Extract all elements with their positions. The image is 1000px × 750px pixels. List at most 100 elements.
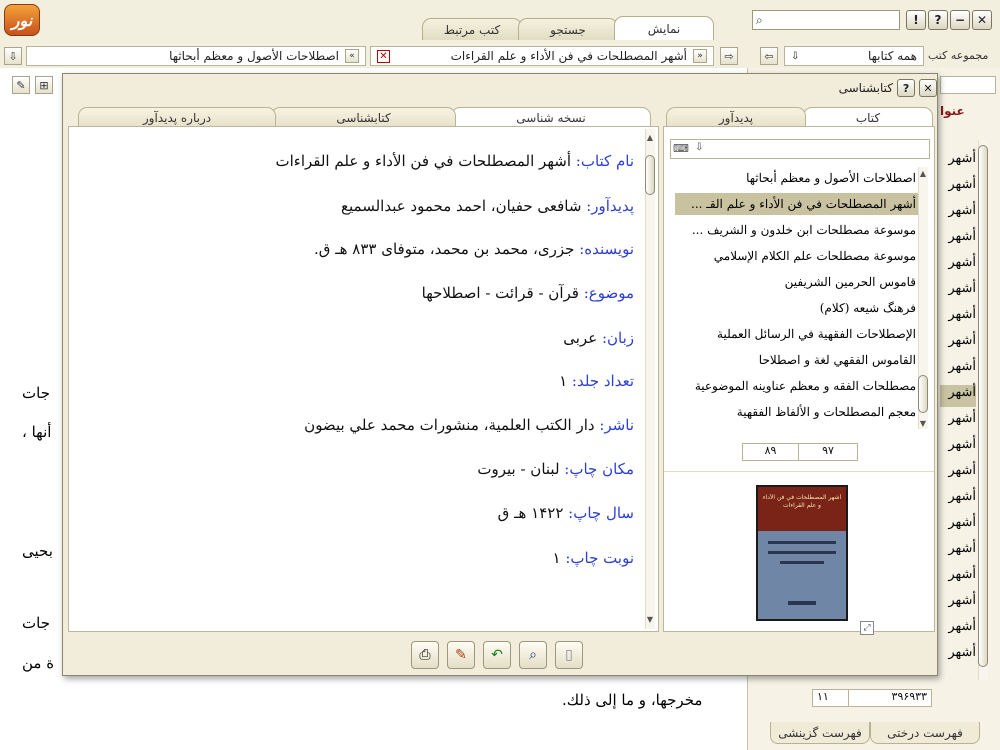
book-filter-input[interactable]: ⌨ ⇩ bbox=[670, 139, 930, 159]
collection-select[interactable]: همه کتابها ⇩ bbox=[784, 46, 924, 66]
tab-copy-info[interactable]: نسخه شناسی bbox=[451, 107, 651, 127]
field-row: مکان چاپ: لبنان - بيروت bbox=[477, 460, 634, 478]
alert-button[interactable]: ! bbox=[906, 10, 926, 30]
dialog-close-button[interactable]: ✕ bbox=[919, 79, 937, 97]
scroll-down-icon[interactable]: ▼ bbox=[645, 615, 655, 624]
tab-book[interactable]: کتاب bbox=[803, 107, 933, 127]
book-list-item[interactable]: موسوعة مصطلحات علم الكلام الإسلامي bbox=[675, 245, 920, 267]
dialog-title-bar: ✕ ? کتابشناسی bbox=[821, 78, 937, 98]
text-fragment: جات bbox=[22, 384, 50, 402]
book-list-item[interactable]: معجم المصطلحات و الألفاظ الفقهية bbox=[675, 401, 920, 423]
book-list-item[interactable]: مصطلحات الفقه و معظم عناوينه الموضوعية bbox=[675, 375, 920, 397]
open-book-tab-2[interactable]: اصطلاحات الأصول و معظم أبحاثها « bbox=[26, 46, 366, 66]
dropdown-arrow-icon[interactable]: ⇩ bbox=[695, 142, 703, 153]
back-nav-icon[interactable]: ⇩ bbox=[4, 47, 22, 65]
tab-about-author[interactable]: درباره پدیدآور bbox=[78, 107, 276, 127]
tab-related-books[interactable]: کتب مرتبط bbox=[422, 18, 522, 40]
tab-label: کتاب bbox=[855, 110, 881, 125]
search-button[interactable]: ⌕ bbox=[519, 641, 547, 669]
back-arrow-icon[interactable]: ⇦ bbox=[760, 47, 778, 65]
book-list-pane: ⌨ ⇩ اصطلاحات الأصول و معظم أبحاثها أشهر ا… bbox=[663, 126, 935, 635]
print-button[interactable]: ⎙ bbox=[411, 641, 439, 669]
book-list-scroll-thumb[interactable] bbox=[918, 375, 928, 413]
book-list-item[interactable]: قاموس الحرمين الشريفين bbox=[675, 271, 920, 293]
close-app-button[interactable]: ✕ bbox=[972, 10, 992, 30]
index-list-item[interactable]: أشهر bbox=[940, 411, 976, 433]
minimize-button[interactable]: − bbox=[950, 10, 970, 30]
index-list-item[interactable]: أشهر bbox=[940, 281, 976, 303]
index-list-item[interactable]: أشهر bbox=[940, 463, 976, 485]
tab-scroll-icon[interactable]: » bbox=[693, 49, 707, 63]
scroll-up-icon[interactable]: ▲ bbox=[918, 169, 928, 178]
cover-line bbox=[780, 561, 824, 564]
index-list-item[interactable]: أشهر bbox=[940, 229, 976, 251]
layout-icon[interactable]: ⊞ bbox=[35, 76, 53, 94]
tab-label: فهرست گزینشی bbox=[778, 725, 862, 740]
bibliographic-details: نام کتاب: أشهر المصطلحات في فن الأداء و … bbox=[68, 126, 659, 632]
tab-scroll-icon[interactable]: « bbox=[345, 49, 359, 63]
global-search-input[interactable]: ⌕ bbox=[752, 10, 900, 30]
tab-select-index[interactable]: فهرست گزینشی bbox=[770, 722, 870, 744]
field-row: نویسنده: جزرى، محمد بن محمد، متوفاى ۸۳۳ … bbox=[314, 240, 634, 258]
details-scroll-thumb[interactable] bbox=[645, 155, 655, 195]
field-value: ۱ bbox=[559, 372, 568, 390]
field-label: ناشر: bbox=[599, 416, 634, 434]
chevron-down-icon: ⇩ bbox=[791, 50, 800, 62]
tab-label: نمایش bbox=[647, 21, 681, 36]
tab-label: پدیدآور bbox=[718, 110, 754, 125]
index-list-item[interactable]: أشهر bbox=[940, 619, 976, 641]
index-list-item[interactable]: أشهر bbox=[940, 177, 976, 199]
index-list-item[interactable]: أشهر bbox=[940, 645, 976, 667]
tab-author[interactable]: پدیدآور bbox=[666, 107, 806, 127]
book-list-item[interactable]: فرهنگ شيعه (كلام) bbox=[675, 297, 920, 319]
cover-line bbox=[768, 541, 836, 544]
book-list-item[interactable]: أشهر المصطلحات في فن الأداء و علم القـ .… bbox=[675, 193, 920, 215]
printer-icon: ⎙ bbox=[419, 647, 431, 663]
index-list-item[interactable]: أشهر bbox=[940, 437, 976, 459]
index-list-item[interactable]: أشهر bbox=[940, 333, 976, 355]
index-scroll-thumb[interactable] bbox=[978, 145, 988, 667]
close-tab-icon[interactable]: ✕ bbox=[377, 49, 390, 63]
index-list-item[interactable]: أشهر bbox=[940, 489, 976, 511]
tab-bibliography[interactable]: کتابشناسی bbox=[271, 107, 456, 127]
dialog-help-button[interactable]: ? bbox=[897, 79, 915, 97]
page-button[interactable]: ▯ bbox=[555, 641, 583, 669]
book-cover-image[interactable]: أشهر المصطلحات في فن الأداء و علم القراء… bbox=[756, 485, 848, 621]
index-list-item[interactable]: أشهر bbox=[940, 203, 976, 225]
field-row: سال چاپ: ۱۴۲۲ هـ ق bbox=[498, 504, 634, 522]
index-list-item[interactable]: أشهر bbox=[940, 515, 976, 537]
index-list-item[interactable]: أشهر bbox=[940, 255, 976, 277]
index-list-item[interactable]: أشهر bbox=[940, 359, 976, 381]
field-row: زبان: عربى bbox=[563, 329, 634, 347]
tab-display[interactable]: نمایش bbox=[614, 16, 714, 40]
index-list-item[interactable]: أشهر bbox=[940, 567, 976, 589]
book-arrow-icon: ↶ bbox=[491, 647, 503, 663]
book-list-item[interactable]: الإصطلاحات الفقهية في الرسائل العملية bbox=[675, 323, 920, 345]
wrench-icon[interactable]: ✎ bbox=[12, 76, 30, 94]
index-list-item[interactable]: أشهر bbox=[940, 151, 976, 173]
help-button[interactable]: ? bbox=[928, 10, 948, 30]
book-pager: ۸۹ ۹۷ bbox=[742, 443, 858, 461]
book-list-item[interactable]: موسوعة مصطلحات ابن خلدون و الشريف ... bbox=[675, 219, 920, 241]
open-book-button[interactable]: ↶ bbox=[483, 641, 511, 669]
scroll-down-icon[interactable]: ▼ bbox=[918, 419, 928, 428]
book-list-item[interactable]: القاموس الفقهي لغة و اصطلاحا bbox=[675, 349, 920, 371]
forward-arrow-icon[interactable]: ⇨ bbox=[720, 47, 738, 65]
tab-label: نسخه شناسی bbox=[516, 110, 586, 125]
keyboard-icon[interactable]: ⌨ bbox=[673, 142, 689, 155]
index-search-input[interactable] bbox=[940, 76, 996, 94]
edit-note-button[interactable]: ✎ bbox=[447, 641, 475, 669]
index-list-item[interactable]: أشهر bbox=[940, 307, 976, 329]
open-book-tab-1[interactable]: ✕ أشهر المصطلحات في فن الأداء و علم القر… bbox=[370, 46, 714, 66]
text-fragment: جات bbox=[22, 614, 50, 632]
expand-icon[interactable]: ⤢ bbox=[860, 621, 874, 635]
tab-tree-index[interactable]: فهرست درختی bbox=[870, 722, 980, 744]
scroll-up-icon[interactable]: ▲ bbox=[645, 133, 655, 142]
index-list-item[interactable]: أشهر bbox=[940, 385, 976, 407]
details-scrollbar[interactable] bbox=[645, 129, 655, 629]
field-value: قرآن - قرائت - اصطلاحها bbox=[421, 284, 579, 302]
book-list-item[interactable]: اصطلاحات الأصول و معظم أبحاثها bbox=[675, 167, 920, 189]
index-list-item[interactable]: أشهر bbox=[940, 541, 976, 563]
index-list-item[interactable]: أشهر bbox=[940, 593, 976, 615]
tab-search[interactable]: جستجو bbox=[518, 18, 618, 40]
